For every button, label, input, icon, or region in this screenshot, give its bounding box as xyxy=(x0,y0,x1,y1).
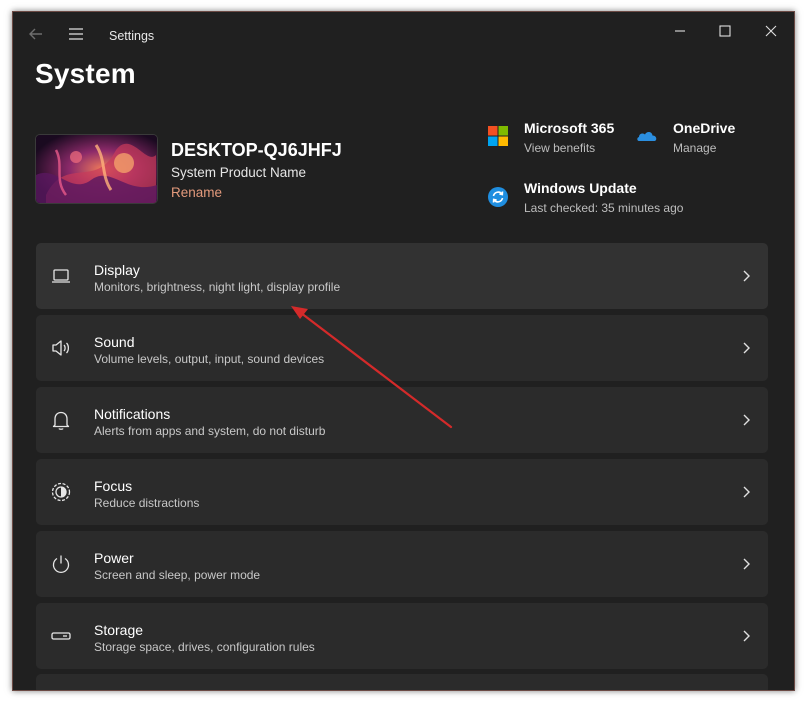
close-icon[interactable] xyxy=(757,20,785,42)
card-subtitle: Alerts from apps and system, do not dist… xyxy=(94,424,326,438)
card-focus[interactable]: Focus Reduce distractions xyxy=(36,459,768,525)
bell-icon xyxy=(52,411,70,430)
device-model: System Product Name xyxy=(171,165,307,180)
card-storage[interactable]: Storage Storage space, drives, configura… xyxy=(36,603,768,669)
power-icon xyxy=(52,555,70,573)
chevron-right-icon xyxy=(743,486,750,498)
back-arrow-icon[interactable] xyxy=(27,25,45,43)
settings-window: Settings System DESKTOP-QJ6JHFJ System P… xyxy=(12,11,795,691)
tile-subtitle: Last checked: 35 minutes ago xyxy=(524,201,684,215)
wallpaper-image xyxy=(36,135,157,203)
card-next-partial[interactable] xyxy=(36,674,768,690)
rename-link[interactable]: Rename xyxy=(171,185,222,200)
focus-icon xyxy=(51,482,71,502)
sound-icon xyxy=(52,340,70,356)
display-icon xyxy=(52,269,70,283)
card-notifications[interactable]: Notifications Alerts from apps and syste… xyxy=(36,387,768,453)
card-sound[interactable]: Sound Volume levels, output, input, soun… xyxy=(36,315,768,381)
card-title: Focus xyxy=(94,478,133,494)
card-subtitle: Storage space, drives, configuration rul… xyxy=(94,640,315,654)
card-subtitle: Monitors, brightness, night light, displ… xyxy=(94,280,341,294)
storage-icon xyxy=(51,632,71,640)
device-thumbnail[interactable] xyxy=(35,134,158,204)
microsoft-365-icon xyxy=(488,126,508,146)
app-title: Settings xyxy=(109,29,155,43)
tile-title: Windows Update xyxy=(524,180,637,196)
tile-subtitle: View benefits xyxy=(524,141,596,155)
card-subtitle: Screen and sleep, power mode xyxy=(94,568,261,582)
chevron-right-icon xyxy=(743,414,750,426)
card-subtitle: Reduce distractions xyxy=(94,496,200,510)
hamburger-menu-icon[interactable] xyxy=(67,25,85,43)
maximize-icon[interactable] xyxy=(711,20,739,42)
card-title: Notifications xyxy=(94,406,171,422)
tile-title: Microsoft 365 xyxy=(524,120,615,136)
tile-title: OneDrive xyxy=(673,120,736,136)
title-bar: Settings xyxy=(13,12,794,56)
page-title: System xyxy=(35,58,136,89)
card-title: Display xyxy=(94,262,140,278)
chevron-right-icon xyxy=(743,342,750,354)
chevron-right-icon xyxy=(743,630,750,642)
card-title: Storage xyxy=(94,622,144,638)
chevron-right-icon xyxy=(743,270,750,282)
device-name: DESKTOP-QJ6JHFJ xyxy=(171,140,342,160)
tile-subtitle: Manage xyxy=(673,141,717,155)
card-title: Power xyxy=(94,550,134,566)
chevron-right-icon xyxy=(743,558,750,570)
windows-update-icon xyxy=(488,187,508,207)
card-display[interactable]: Display Monitors, brightness, night ligh… xyxy=(36,243,768,309)
onedrive-icon xyxy=(637,131,657,141)
minimize-icon[interactable] xyxy=(666,20,694,42)
card-subtitle: Volume levels, output, input, sound devi… xyxy=(94,352,325,366)
card-title: Sound xyxy=(94,334,135,350)
card-power[interactable]: Power Screen and sleep, power mode xyxy=(36,531,768,597)
